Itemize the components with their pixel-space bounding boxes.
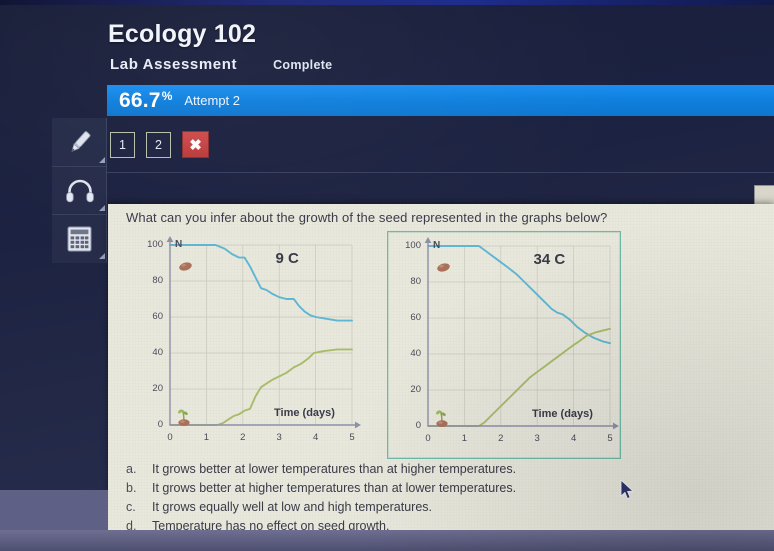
percent-symbol: % (161, 88, 173, 103)
x-axis-arrow (613, 422, 619, 430)
x-axis-title: Time (days) (274, 407, 335, 419)
chart-34c: 0 20 40 60 80 100 0 1 2 3 4 5 N Time (days) 34 C (387, 231, 621, 459)
course-title: Ecology 102 (108, 20, 257, 48)
y-tick-label: 80 (410, 276, 421, 287)
calculator-icon (67, 226, 92, 251)
answer-option-b[interactable]: b. It grows better at higher temperatures… (126, 481, 746, 500)
option-text: It grows better at lower temperatures th… (152, 462, 517, 476)
status-badge: Complete (273, 58, 333, 72)
y-tick-label: 100 (405, 240, 421, 251)
sprout-icon (178, 409, 190, 426)
x-axis-title: Time (days) (532, 408, 593, 420)
answer-options: a. It grows better at lower temperatures … (126, 462, 746, 538)
chart-plot-area: 0 20 40 60 80 100 0 1 2 3 4 5 N Time (days) 9 C (130, 231, 364, 459)
tool-rail (52, 118, 107, 263)
x-tick-label: 3 (534, 433, 540, 444)
x-tick-label: 4 (570, 433, 577, 444)
option-text: It grows equally well at low and high te… (152, 500, 433, 514)
question-prompt: What can you infer about the growth of t… (126, 210, 608, 225)
close-button[interactable]: ✖ (182, 131, 209, 158)
x-tick-label: 1 (461, 433, 468, 444)
x-tick-label: 0 (425, 433, 431, 444)
y-tick-label: 60 (410, 312, 421, 323)
x-tick-label: 5 (349, 432, 355, 443)
question-nav: 1 2 ✖ (110, 131, 209, 158)
series-ungerminated-seeds (427, 245, 611, 345)
x-tick-label: 0 (167, 432, 173, 443)
y-tick-label: 20 (152, 383, 163, 394)
x-tick-label: 4 (312, 432, 319, 443)
y-tick-label: 40 (410, 348, 421, 359)
tool-corner-indicator (99, 253, 105, 259)
score-percent: 66.7 (119, 88, 161, 112)
chart-title: 34 C (533, 251, 566, 268)
option-text: It grows better at higher temperatures t… (152, 481, 517, 495)
y-axis-label: N (433, 240, 441, 251)
y-axis-label: N (175, 239, 183, 250)
headphones-icon (65, 179, 94, 202)
charts-container: 0 20 40 60 80 100 0 1 2 3 4 5 N Time (days) 9 C 0 20 40 6… (130, 231, 621, 459)
attempt-label: Attempt 2 (184, 93, 240, 108)
seed-icon (179, 262, 192, 271)
series-ungerminated-seeds (169, 244, 353, 322)
x-tick-label: 1 (203, 432, 210, 443)
y-tick-label: 80 (152, 275, 163, 286)
chart-svg (166, 236, 361, 429)
monitor-top-edge (0, 0, 774, 5)
highlighter-tool-button[interactable] (52, 118, 107, 166)
assessment-header: Lab Assessment Complete (110, 56, 332, 73)
y-axis-arrow (424, 237, 432, 243)
y-tick-label: 0 (157, 419, 163, 430)
y-tick-label: 0 (415, 420, 421, 431)
chart-title: 9 C (275, 250, 299, 267)
seed-icon (437, 263, 450, 272)
y-tick-label: 60 (152, 311, 163, 322)
option-key: a. (126, 462, 137, 476)
y-tick-label: 40 (152, 347, 163, 358)
tool-corner-indicator (99, 157, 105, 163)
pencil-icon (71, 131, 90, 152)
chart-plot-area: 0 20 40 60 80 100 0 1 2 3 4 5 N Time (days) 34 C (388, 232, 620, 458)
tool-corner-indicator (99, 205, 105, 211)
x-tick-label: 5 (607, 433, 613, 444)
bottom-band (0, 530, 774, 551)
question-nav-button-1[interactable]: 1 (110, 131, 135, 158)
question-nav-button-2[interactable]: 2 (146, 131, 171, 158)
chart-9c: 0 20 40 60 80 100 0 1 2 3 4 5 N Time (days) 9 C (130, 231, 364, 459)
answer-option-c[interactable]: c. It grows equally well at low and high … (126, 500, 746, 519)
calculator-tool-button[interactable] (52, 214, 107, 262)
bottom-band-left (0, 490, 108, 530)
monitor-photo: Ecology 102 Lab Assessment Complete 66.7… (0, 0, 774, 551)
answer-option-a[interactable]: a. It grows better at lower temperatures … (126, 462, 746, 481)
x-axis-arrow (355, 421, 361, 429)
y-axis-arrow (166, 236, 174, 242)
option-key: c. (126, 500, 136, 514)
y-tick-label: 100 (147, 239, 163, 250)
score-banner: 66.7 % Attempt 2 (107, 85, 774, 116)
question-sheet: What can you infer about the growth of t… (108, 204, 774, 534)
audio-tool-button[interactable] (52, 166, 107, 214)
sprout-icon (436, 410, 448, 427)
x-tick-label: 2 (498, 433, 504, 444)
option-key: b. (126, 481, 137, 495)
chart-svg (424, 237, 619, 430)
x-tick-label: 3 (276, 432, 282, 443)
assessment-name: Lab Assessment (110, 56, 238, 73)
x-tick-label: 2 (240, 432, 246, 443)
mouse-cursor (620, 479, 634, 500)
y-tick-label: 20 (410, 384, 421, 395)
header-divider (107, 172, 774, 173)
